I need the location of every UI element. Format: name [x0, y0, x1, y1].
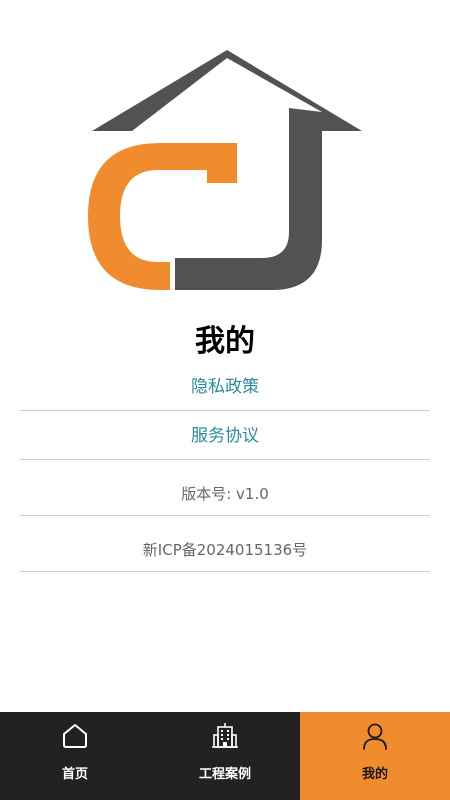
divider — [20, 571, 430, 572]
home-icon — [63, 724, 87, 748]
icp-text: 新ICP备2024015136号 — [142, 541, 308, 559]
divider — [20, 410, 430, 411]
tab-cases-label: 工程案例 — [198, 767, 251, 782]
tab-home-label: 首页 — [61, 767, 88, 782]
building-icon — [212, 723, 238, 748]
divider — [20, 459, 430, 460]
house-logo-icon — [88, 50, 362, 290]
service-agreement-link[interactable]: 服务协议 — [20, 425, 430, 447]
tab-mine[interactable]: 我的 — [300, 712, 450, 800]
logo — [0, 0, 450, 310]
privacy-policy-link[interactable]: 隐私政策 — [20, 376, 430, 398]
divider — [20, 515, 430, 516]
page-title: 我的 — [195, 324, 255, 359]
tab-cases[interactable]: 工程案例 — [150, 712, 300, 800]
user-icon — [363, 723, 387, 750]
tab-mine-label: 我的 — [361, 767, 388, 782]
tab-home[interactable]: 首页 — [0, 712, 150, 800]
version-text: 版本号: v1.0 — [181, 485, 269, 503]
tab-bar: 首页 工程案例 我的 — [0, 712, 450, 800]
